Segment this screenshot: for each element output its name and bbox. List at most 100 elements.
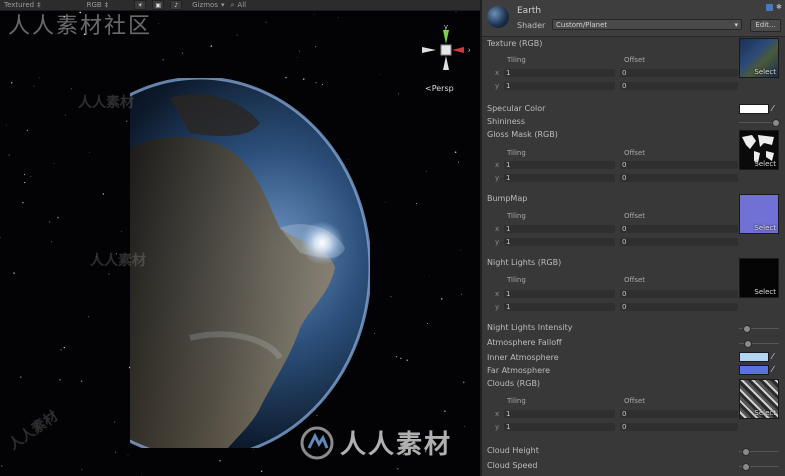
texture-tiling-x-field[interactable]: 1 (504, 69, 615, 77)
image-toggle-icon[interactable]: ▣ (152, 0, 165, 10)
star (8, 154, 10, 156)
clouds-tiling-y-field[interactable]: 1 (504, 423, 615, 431)
night-lights-thumbnail[interactable]: Select (739, 258, 779, 298)
night-lights-intensity-label: Night Lights Intensity (487, 323, 573, 332)
search-label: All (237, 1, 247, 9)
star (397, 468, 399, 470)
offset-header: Offset (624, 56, 646, 64)
scene-search[interactable]: ⌕ All (230, 1, 246, 10)
star (181, 52, 184, 54)
star (57, 216, 59, 219)
star (22, 201, 24, 204)
star (219, 459, 221, 462)
star (114, 451, 116, 453)
eyedropper-icon[interactable]: ⁄ (772, 352, 780, 362)
star (70, 88, 72, 90)
tiling-header: Tiling (507, 56, 526, 64)
gizmo-center-cube[interactable] (440, 44, 452, 56)
far-atmosphere-swatch[interactable] (739, 365, 769, 375)
cloud-speed-label: Cloud Speed (487, 461, 538, 470)
eyedropper-icon[interactable]: ⁄ (772, 104, 780, 114)
cloud-speed-knob[interactable] (742, 463, 751, 471)
gear-icon[interactable]: ✱ (776, 4, 783, 11)
star (373, 332, 375, 334)
clouds-thumbnail[interactable]: Select (739, 379, 779, 419)
persp-label: Persp (431, 84, 454, 93)
star (33, 85, 35, 87)
star (337, 17, 339, 19)
x-axis-cone[interactable] (452, 47, 464, 53)
star (24, 182, 26, 184)
bump-offset-y-field[interactable]: 0 (620, 238, 738, 246)
offset-header: Offset (624, 212, 646, 220)
star (87, 316, 89, 318)
scene-view[interactable]: Textured ‡ RGB ‡ ☀ ▣ ♪ Gizmos ▾ ⌕ All y … (0, 0, 480, 476)
bump-tiling-y-field[interactable]: 1 (504, 238, 615, 246)
gloss-mask-thumbnail[interactable]: Select (739, 130, 779, 170)
inner-atmosphere-swatch[interactable] (739, 352, 769, 362)
axis-y-label: y (495, 423, 500, 431)
audio-toggle-icon[interactable]: ♪ (170, 0, 183, 10)
bump-offset-x-field[interactable]: 0 (620, 225, 738, 233)
star (415, 203, 417, 205)
star (13, 272, 15, 274)
star (384, 202, 386, 203)
gloss-offset-x-field[interactable]: 0 (620, 161, 738, 169)
night-tiling-y-field[interactable]: 1 (504, 303, 615, 311)
atmosphere-falloff-label: Atmosphere Falloff (487, 338, 562, 347)
atmosphere-falloff-knob[interactable] (744, 340, 753, 348)
night-offset-x-field[interactable]: 0 (620, 290, 738, 298)
logo-emblem-icon (300, 426, 334, 459)
gizmos-label: Gizmos (192, 1, 218, 9)
night-offset-y-field[interactable]: 0 (620, 303, 738, 311)
neg-y-axis-cone[interactable] (443, 56, 449, 70)
offset-header: Offset (624, 276, 646, 284)
logo-text: 人人素材 (340, 430, 453, 460)
gloss-tiling-x-field[interactable]: 1 (504, 161, 615, 169)
star (260, 470, 263, 472)
texture-offset-x-field[interactable]: 0 (620, 69, 738, 77)
star (397, 93, 400, 95)
clouds-offset-x-field[interactable]: 0 (620, 410, 738, 418)
shininess-slider-knob[interactable] (772, 119, 781, 127)
clouds-tiling-x-field[interactable]: 1 (504, 410, 615, 418)
watermark-title: 人人素材社区 (8, 14, 153, 39)
clouds-select-button[interactable]: Select (754, 409, 776, 417)
night-tiling-x-field[interactable]: 1 (504, 290, 615, 298)
star (23, 174, 26, 176)
star (395, 355, 398, 358)
clouds-offset-y-field[interactable]: 0 (620, 423, 738, 431)
projection-toggle[interactable]: <Persp (425, 84, 454, 93)
gloss-select-button[interactable]: Select (754, 160, 776, 168)
y-axis-label: y (444, 24, 448, 31)
inspector-header: Earth Shader Custom/Planet Edit... ✱ (482, 0, 785, 37)
gloss-tiling-y-field[interactable]: 1 (504, 174, 615, 182)
star (315, 46, 317, 48)
texture-offset-y-field[interactable]: 0 (620, 82, 738, 90)
star (298, 50, 301, 52)
night-lights-intensity-knob[interactable] (743, 325, 752, 333)
texture-thumbnail[interactable]: Select (739, 38, 779, 78)
shader-dropdown[interactable]: Custom/Planet (552, 19, 742, 31)
gizmos-dropdown[interactable]: Gizmos ▾ (192, 1, 224, 9)
gloss-offset-y-field[interactable]: 0 (620, 174, 738, 182)
neg-x-axis-cone[interactable] (422, 47, 436, 53)
axis-y-label: y (495, 174, 500, 182)
eyedropper-icon[interactable]: ⁄ (772, 365, 780, 375)
night-select-button[interactable]: Select (754, 288, 776, 296)
star (127, 455, 129, 457)
texture-select-button[interactable]: Select (754, 68, 776, 76)
y-axis-cone[interactable] (443, 30, 449, 44)
orientation-gizmo[interactable]: y x (420, 24, 470, 78)
edit-shader-button[interactable]: Edit... (750, 19, 781, 32)
bump-tiling-x-field[interactable]: 1 (504, 225, 615, 233)
clouds-label: Clouds (RGB) (487, 379, 541, 388)
bump-select-button[interactable]: Select (754, 224, 776, 232)
star (444, 410, 446, 412)
bumpmap-thumbnail[interactable]: Select (739, 194, 779, 234)
star (59, 378, 61, 381)
texture-tiling-y-field[interactable]: 1 (504, 82, 615, 90)
cloud-height-knob[interactable] (742, 448, 751, 456)
help-icon[interactable] (766, 4, 773, 11)
specular-color-swatch[interactable] (739, 104, 769, 114)
